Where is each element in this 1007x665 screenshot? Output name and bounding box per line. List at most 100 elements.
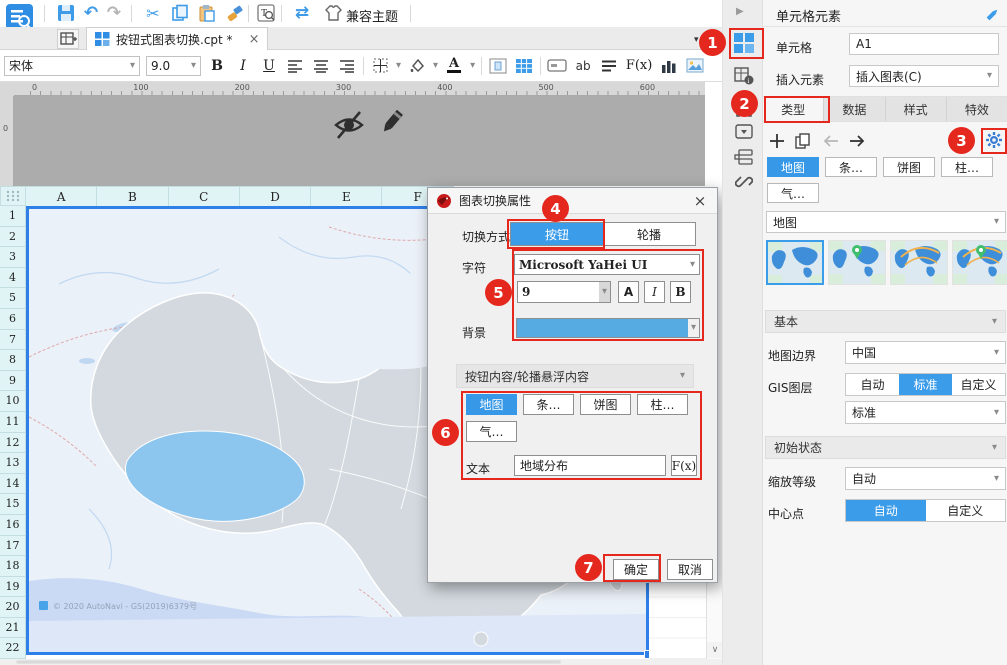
border-dropdown-icon[interactable]: ▾ bbox=[396, 60, 401, 71]
row-header-13[interactable]: 13 bbox=[0, 453, 26, 474]
row-header-5[interactable]: 5 bbox=[0, 288, 26, 309]
gear-icon[interactable] bbox=[985, 131, 1003, 152]
ok-button[interactable]: 确定 bbox=[613, 559, 659, 580]
column-header-C[interactable]: C bbox=[168, 186, 240, 206]
chart-button[interactable] bbox=[659, 56, 679, 76]
gis-standard-select[interactable]: 标准 ▾ bbox=[845, 401, 1006, 424]
sidebar-chart-button-1[interactable]: 地图 bbox=[767, 157, 819, 177]
cut-button[interactable]: ✂ bbox=[143, 3, 163, 23]
initial-state-header[interactable]: 初始状态 ▾ bbox=[765, 436, 1006, 459]
dialog-chart-button-3[interactable]: 饼图 bbox=[580, 394, 631, 415]
font-size-select[interactable]: 9.0 ▾ bbox=[146, 55, 201, 76]
column-headers[interactable]: ABCDEF bbox=[26, 186, 454, 206]
insert-element-select[interactable]: 插入图表(C) ▾ bbox=[849, 65, 999, 87]
find-replace-button[interactable]: T bbox=[256, 3, 276, 23]
horizontal-scrollbar[interactable] bbox=[0, 659, 722, 665]
save-button[interactable] bbox=[56, 3, 76, 23]
pin-edit-icon[interactable] bbox=[985, 6, 1001, 25]
font-color-button[interactable]: A bbox=[444, 56, 464, 76]
hscroll-thumb[interactable] bbox=[16, 660, 561, 664]
map-thumbnail-4[interactable] bbox=[952, 240, 1007, 285]
image-button[interactable] bbox=[685, 56, 705, 76]
italic-button[interactable]: I bbox=[233, 56, 253, 76]
column-header-A[interactable]: A bbox=[26, 186, 98, 206]
scroll-down-icon[interactable]: ∨ bbox=[707, 642, 723, 658]
dialog-chart-button-5[interactable]: 气… bbox=[466, 421, 517, 442]
map-thumbnail-3[interactable] bbox=[890, 240, 948, 285]
dialog-font-size-select[interactable]: 9 ▾ bbox=[517, 281, 611, 303]
font-style-a-button[interactable]: A bbox=[618, 281, 639, 303]
row-header-18[interactable]: 18 bbox=[0, 556, 26, 577]
select-all-corner[interactable] bbox=[0, 186, 26, 206]
cell-element-tab-icon[interactable] bbox=[733, 32, 755, 57]
collapse-panel-icon[interactable]: ▶ bbox=[736, 6, 744, 17]
row-header-8[interactable]: 8 bbox=[0, 350, 26, 371]
font-family-select[interactable]: 宋体 ▾ bbox=[4, 55, 140, 76]
edit-pencil-icon[interactable] bbox=[376, 107, 406, 142]
tab-类型[interactable]: 类型 bbox=[763, 97, 825, 121]
gis-layer-option-3[interactable]: 自定义 bbox=[952, 374, 1005, 395]
map-boundary-select[interactable]: 中国 ▾ bbox=[845, 341, 1006, 364]
row-header-2[interactable]: 2 bbox=[0, 226, 26, 248]
widget-button[interactable] bbox=[547, 56, 567, 76]
content-section-header[interactable]: 按钮内容/轮播悬浮内容 ▾ bbox=[456, 364, 694, 388]
condition-attr-tab-icon[interactable] bbox=[734, 149, 753, 169]
sidebar-chart-button-5[interactable]: 气… bbox=[767, 183, 819, 203]
redo-button[interactable]: ↷ bbox=[104, 3, 124, 23]
dialog-font-select[interactable]: Microsoft YaHei UI ▾ bbox=[514, 254, 700, 275]
move-left-icon[interactable] bbox=[822, 134, 839, 148]
row-header-1[interactable]: 1 bbox=[0, 206, 26, 227]
add-chart-icon[interactable] bbox=[769, 133, 785, 149]
row-header-9[interactable]: 9 bbox=[0, 370, 26, 392]
new-report-tab-icon[interactable] bbox=[57, 29, 79, 49]
underline-button[interactable]: U bbox=[259, 56, 279, 76]
row-header-11[interactable]: 11 bbox=[0, 411, 26, 433]
switch-mode-option-2[interactable]: 轮播 bbox=[603, 223, 695, 245]
row-header-10[interactable]: 10 bbox=[0, 391, 26, 412]
tab-特效[interactable]: 特效 bbox=[946, 97, 1007, 121]
row-header-4[interactable]: 4 bbox=[0, 267, 26, 289]
dialog-chart-button-2[interactable]: 条… bbox=[523, 394, 574, 415]
font-style-italic-button[interactable]: I bbox=[644, 281, 665, 303]
tab-active[interactable]: 按钮式图表切换.cpt * × bbox=[86, 27, 269, 50]
text-formula-button[interactable]: F(x) bbox=[671, 455, 697, 476]
row-header-16[interactable]: 16 bbox=[0, 514, 26, 536]
switch-mode-option-1[interactable]: 按钮 bbox=[511, 223, 603, 245]
row-header-19[interactable]: 19 bbox=[0, 576, 26, 598]
zoom-level-select[interactable]: 自动 ▾ bbox=[845, 467, 1006, 490]
dialog-titlebar[interactable]: 图表切换属性 × bbox=[428, 188, 717, 214]
align-center-button[interactable] bbox=[311, 56, 331, 76]
copy-chart-icon[interactable] bbox=[795, 133, 812, 149]
row-header-15[interactable]: 15 bbox=[0, 494, 26, 515]
cell-ref-input[interactable]: A1 bbox=[849, 33, 999, 55]
column-header-D[interactable]: D bbox=[239, 186, 312, 206]
gis-layer-option-2[interactable]: 标准 bbox=[899, 374, 952, 395]
sidebar-chart-button-2[interactable]: 条… bbox=[825, 157, 877, 177]
row-header-12[interactable]: 12 bbox=[0, 432, 26, 454]
center-point-option-1[interactable]: 自动 bbox=[846, 500, 926, 521]
row-header-7[interactable]: 7 bbox=[0, 329, 26, 351]
theme-shirt-icon[interactable] bbox=[323, 3, 343, 23]
align-right-button[interactable] bbox=[337, 56, 357, 76]
row-header-14[interactable]: 14 bbox=[0, 473, 26, 495]
hyperlink-tab-icon[interactable] bbox=[734, 173, 754, 194]
tab-close-icon[interactable]: × bbox=[249, 32, 260, 47]
map-thumbnail-2[interactable] bbox=[828, 240, 886, 285]
row-header-22[interactable]: 22 bbox=[0, 638, 26, 660]
font-style-bold-button[interactable]: B bbox=[670, 281, 691, 303]
undo-button[interactable]: ↶ bbox=[81, 3, 101, 23]
tab-list-icon[interactable]: ▾ bbox=[694, 35, 699, 45]
format-painter-button[interactable] bbox=[224, 3, 244, 23]
map-thumbnail-1[interactable] bbox=[766, 240, 824, 285]
basic-section-header[interactable]: 基本 ▾ bbox=[765, 310, 1006, 333]
table-grid-button[interactable] bbox=[514, 56, 534, 76]
fill-color-dropdown-icon[interactable]: ▾ bbox=[433, 60, 438, 71]
gis-layer-option-1[interactable]: 自动 bbox=[846, 374, 899, 395]
tab-数据[interactable]: 数据 bbox=[824, 97, 886, 121]
sidebar-chart-button-3[interactable]: 饼图 bbox=[883, 157, 935, 177]
move-right-icon[interactable] bbox=[849, 134, 866, 148]
font-color-dropdown-icon[interactable]: ▾ bbox=[470, 60, 475, 71]
align-left-button[interactable] bbox=[285, 56, 305, 76]
rich-text-button[interactable] bbox=[599, 56, 619, 76]
row-header-3[interactable]: 3 bbox=[0, 247, 26, 268]
